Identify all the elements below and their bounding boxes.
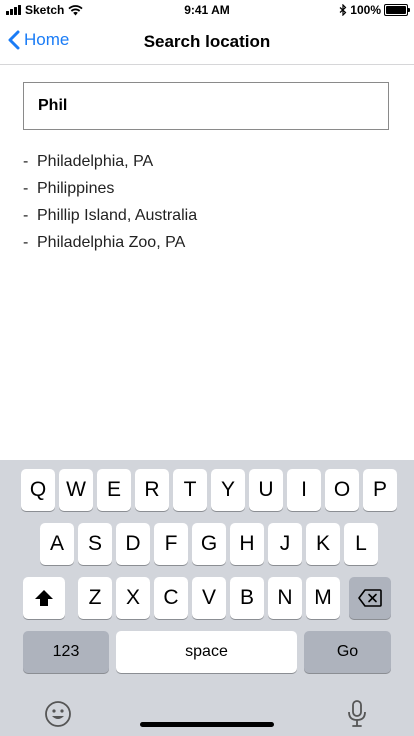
key-v[interactable]: V	[192, 577, 226, 619]
key-y[interactable]: Y	[211, 469, 245, 511]
key-j[interactable]: J	[268, 523, 302, 565]
key-p[interactable]: P	[363, 469, 397, 511]
result-label: Philippines	[37, 179, 115, 197]
go-key[interactable]: Go	[304, 631, 391, 673]
key-k[interactable]: K	[306, 523, 340, 565]
battery-percent: 100%	[350, 3, 381, 17]
key-h[interactable]: H	[230, 523, 264, 565]
search-input[interactable]: Phil	[23, 82, 389, 130]
key-c[interactable]: C	[154, 577, 188, 619]
key-a[interactable]: A	[40, 523, 74, 565]
numbers-key[interactable]: 123	[23, 631, 109, 673]
result-item[interactable]: - Philadelphia Zoo, PA	[23, 229, 197, 256]
key-l[interactable]: L	[344, 523, 378, 565]
key-e[interactable]: E	[97, 469, 131, 511]
status-bar: Sketch 9:41 AM 100%	[0, 0, 414, 20]
key-t[interactable]: T	[173, 469, 207, 511]
backspace-key[interactable]	[349, 577, 391, 619]
key-i[interactable]: I	[287, 469, 321, 511]
space-key[interactable]: space	[116, 631, 297, 673]
key-m[interactable]: M	[306, 577, 340, 619]
key-s[interactable]: S	[78, 523, 112, 565]
result-item[interactable]: - Philippines	[23, 175, 197, 202]
key-o[interactable]: O	[325, 469, 359, 511]
microphone-icon[interactable]	[346, 699, 368, 729]
result-bullet: -	[23, 179, 29, 197]
result-bullet: -	[23, 233, 29, 251]
battery-icon	[384, 4, 410, 16]
key-f[interactable]: F	[154, 523, 188, 565]
result-label: Phillip Island, Australia	[37, 206, 198, 224]
result-bullet: -	[23, 206, 29, 224]
keyboard: Q W E R T Y U I O P A S D F G H J K L Z …	[0, 460, 414, 736]
key-x[interactable]: X	[116, 577, 150, 619]
key-q[interactable]: Q	[21, 469, 55, 511]
key-z[interactable]: Z	[78, 577, 112, 619]
backspace-icon	[358, 589, 382, 607]
emoji-icon[interactable]	[44, 700, 72, 728]
bluetooth-icon	[339, 4, 347, 16]
result-bullet: -	[23, 152, 29, 170]
key-d[interactable]: D	[116, 523, 150, 565]
results-list: - Philadelphia, PA - Philippines - Phillip …	[23, 148, 197, 256]
shift-icon	[35, 590, 53, 606]
home-indicator	[140, 722, 274, 727]
battery-fill	[386, 6, 406, 14]
result-item[interactable]: - Philadelphia, PA	[23, 148, 197, 175]
result-label: Philadelphia, PA	[37, 152, 154, 170]
page-title: Search location	[143, 32, 271, 51]
result-item[interactable]: - Phillip Island, Australia	[23, 202, 197, 229]
key-u[interactable]: U	[249, 469, 283, 511]
key-n[interactable]: N	[268, 577, 302, 619]
status-right: 100%	[339, 3, 410, 17]
navigation-bar: Home Search location	[0, 20, 414, 65]
key-g[interactable]: G	[192, 523, 226, 565]
key-b[interactable]: B	[230, 577, 264, 619]
key-w[interactable]: W	[59, 469, 93, 511]
result-label: Philadelphia Zoo, PA	[37, 233, 186, 251]
shift-key[interactable]	[23, 577, 65, 619]
key-r[interactable]: R	[135, 469, 169, 511]
search-input-value: Phil	[38, 97, 68, 114]
